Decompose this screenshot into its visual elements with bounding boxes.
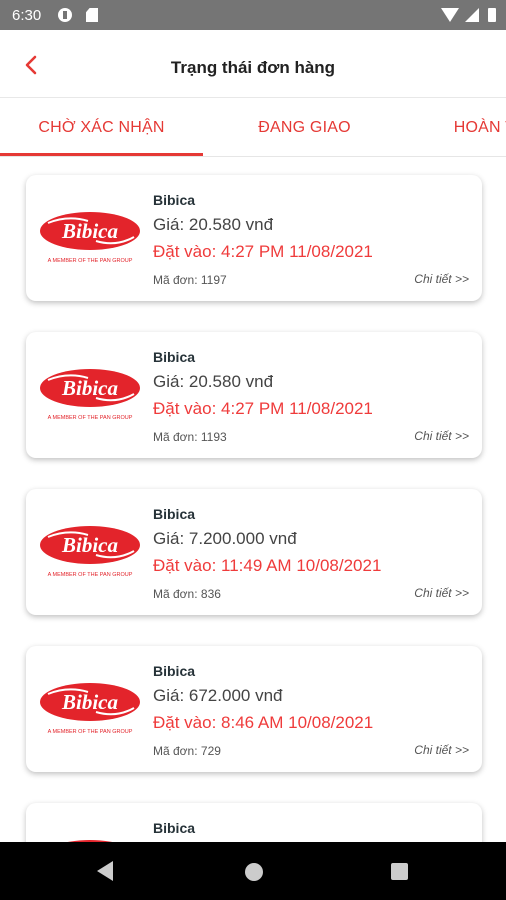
detail-link[interactable]: Chi tiết >> [414, 743, 469, 757]
detail-link[interactable]: Chi tiết >> [414, 272, 469, 286]
order-card[interactable]: Bibica A MEMBER OF THE PAN GROUP Bibica … [26, 175, 482, 301]
svg-text:A MEMBER OF THE PAN GROUP: A MEMBER OF THE PAN GROUP [48, 572, 133, 578]
order-card[interactable]: Bibica [26, 803, 482, 842]
shop-name: Bibica [153, 506, 196, 522]
order-status-tabs: CHỜ XÁC NHẬN ĐANG GIAO HOÀN THÀNH [0, 99, 506, 157]
bibica-logo: Bibica A MEMBER OF THE PAN GROUP [40, 526, 140, 578]
bibica-logo: Bibica A MEMBER OF THE PAN GROUP [40, 683, 140, 735]
tab-pending-confirmation[interactable]: CHỜ XÁC NHẬN [0, 99, 203, 156]
order-card[interactable]: Bibica A MEMBER OF THE PAN GROUP Bibica … [26, 332, 482, 458]
svg-text:Bibica: Bibica [61, 219, 118, 243]
svg-text:A MEMBER OF THE PAN GROUP: A MEMBER OF THE PAN GROUP [48, 415, 133, 421]
battery-icon [488, 8, 496, 22]
order-list[interactable]: Bibica A MEMBER OF THE PAN GROUP Bibica … [0, 158, 506, 842]
shop-name: Bibica [153, 192, 196, 208]
order-price: Giá: 7.200.000 vnđ [153, 529, 297, 548]
nav-recents-icon[interactable] [391, 863, 408, 880]
sd-card-icon [86, 8, 98, 22]
bibica-logo: Bibica A MEMBER OF THE PAN GROUP [40, 369, 140, 421]
system-nav-bar [0, 842, 506, 900]
detail-link[interactable]: Chi tiết >> [414, 429, 469, 443]
svg-text:Bibica: Bibica [61, 690, 118, 714]
status-time: 6:30 [12, 7, 42, 24]
order-placed-time: Đặt vào: 11:49 AM 10/08/2021 [153, 556, 382, 575]
order-placed-time: Đặt vào: 8:46 AM 10/08/2021 [153, 713, 374, 732]
order-price: Giá: 672.000 vnđ [153, 686, 283, 705]
wifi-icon [441, 8, 459, 22]
order-placed-time: Đặt vào: 4:27 PM 11/08/2021 [153, 399, 373, 418]
status-bar: 6:30 [0, 0, 506, 30]
shop-name: Bibica [153, 349, 196, 365]
svg-text:Bibica: Bibica [61, 533, 118, 557]
order-code: Mã đơn: 1193 [153, 430, 227, 444]
svg-text:Bibica: Bibica [61, 376, 118, 400]
data-saver-icon [58, 8, 72, 22]
page-title: Trạng thái đơn hàng [170, 58, 336, 77]
tab-completed[interactable]: HOÀN THÀNH [406, 99, 506, 156]
shop-name: Bibica [153, 820, 196, 836]
tab-shipping[interactable]: ĐANG GIAO [203, 99, 406, 156]
order-price: Giá: 20.580 vnđ [153, 215, 274, 234]
detail-link[interactable]: Chi tiết >> [414, 586, 469, 600]
order-price: Giá: 20.580 vnđ [153, 372, 274, 391]
order-placed-time: Đặt vào: 4:27 PM 11/08/2021 [153, 242, 373, 261]
order-card[interactable]: Bibica A MEMBER OF THE PAN GROUP Bibica … [26, 646, 482, 772]
nav-home-icon[interactable] [245, 863, 263, 881]
bibica-logo: Bibica A MEMBER OF THE PAN GROUP [40, 212, 140, 264]
svg-text:A MEMBER OF THE PAN GROUP: A MEMBER OF THE PAN GROUP [48, 729, 133, 735]
signal-icon [465, 8, 479, 22]
order-code: Mã đơn: 836 [153, 587, 221, 601]
order-code: Mã đơn: 1197 [153, 273, 227, 287]
shop-name: Bibica [153, 663, 196, 679]
active-tab-indicator [0, 153, 203, 156]
app-header: Trạng thái đơn hàng [0, 30, 506, 98]
nav-back-icon[interactable] [97, 861, 113, 881]
order-code: Mã đơn: 729 [153, 744, 221, 758]
svg-text:A MEMBER OF THE PAN GROUP: A MEMBER OF THE PAN GROUP [48, 258, 133, 264]
order-card[interactable]: Bibica A MEMBER OF THE PAN GROUP Bibica … [26, 489, 482, 615]
